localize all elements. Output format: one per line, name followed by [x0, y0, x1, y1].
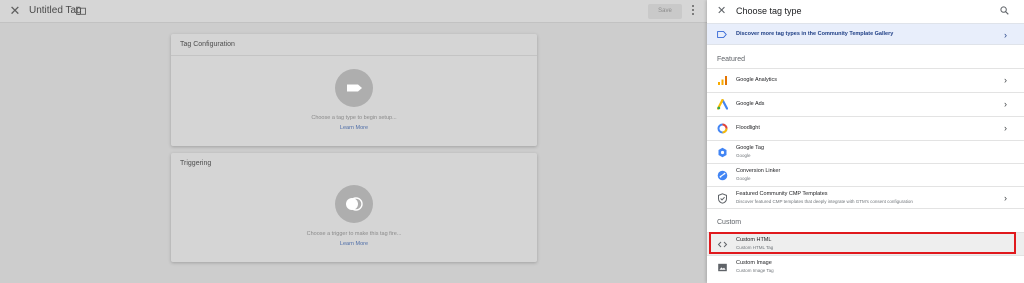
- chevron-right-icon: ›: [1004, 123, 1007, 133]
- chevron-right-icon: ›: [1004, 75, 1007, 85]
- google-analytics-icon: [718, 76, 727, 85]
- tag-config-learn-more-link[interactable]: Learn More: [171, 125, 537, 131]
- panel-title: Choose tag type: [736, 6, 802, 16]
- tag-config-prompt: Choose a tag type to begin setup...: [311, 115, 397, 121]
- tag-configuration-title: Tag Configuration: [180, 41, 235, 48]
- tag-type-conversion-linker[interactable]: Conversion Linker Google: [707, 163, 1024, 186]
- tag-type-description: Discover featured CMP templates that dee…: [736, 199, 913, 204]
- search-icon[interactable]: [1000, 6, 1009, 15]
- google-tag-icon: [718, 147, 727, 158]
- tag-type-floodlight[interactable]: Floodlight ›: [707, 116, 1024, 139]
- section-divider: [707, 208, 1024, 209]
- trigger-learn-more-link[interactable]: Learn More: [171, 241, 537, 247]
- triggering-header: Triggering: [171, 153, 537, 175]
- tag-type-vendor: Google: [736, 176, 751, 181]
- tag-type-name: Conversion Linker: [736, 168, 781, 174]
- trigger-placeholder-icon[interactable]: [335, 185, 373, 223]
- triggering-card[interactable]: Triggering Choose a trigger to make this…: [171, 153, 537, 262]
- trigger-prompt: Choose a trigger to make this tag fire..…: [306, 231, 402, 237]
- tag-type-google-tag[interactable]: Google Tag Google: [707, 140, 1024, 163]
- community-gallery-banner[interactable]: Discover more tag types in the Community…: [707, 23, 1024, 45]
- close-panel-icon[interactable]: ✕: [717, 5, 726, 17]
- google-ads-icon: [717, 99, 728, 110]
- tag-type-name: Google Analytics: [736, 77, 777, 83]
- tag-outline-icon: [717, 31, 727, 38]
- panel-header: ✕ Choose tag type: [707, 0, 1024, 23]
- tag-placeholder-icon[interactable]: [335, 69, 373, 107]
- conversion-linker-icon: [717, 170, 728, 181]
- tag-configuration-card[interactable]: Tag Configuration Choose a tag type to b…: [171, 34, 537, 146]
- more-options-icon[interactable]: [690, 5, 696, 17]
- floodlight-icon: [717, 123, 728, 134]
- tag-type-community-cmp[interactable]: Featured Community CMP Templates Discove…: [707, 186, 1024, 209]
- tag-type-custom-image[interactable]: Custom Image Custom Image Tag: [707, 255, 1024, 278]
- tag-type-google-analytics[interactable]: Google Analytics ›: [707, 68, 1024, 91]
- save-button[interactable]: Save: [648, 4, 682, 19]
- image-icon: [718, 263, 727, 272]
- tag-type-name: Featured Community CMP Templates: [736, 191, 828, 197]
- tag-type-google-ads[interactable]: Google Ads ›: [707, 92, 1024, 115]
- shield-check-icon: [718, 193, 727, 204]
- tag-title[interactable]: Untitled Tag: [29, 5, 82, 16]
- custom-section-label: Custom: [717, 219, 742, 226]
- tag-type-name: Google Ads: [736, 101, 765, 107]
- close-editor-icon[interactable]: ✕: [8, 4, 22, 18]
- editor-toolbar: ✕ Untitled Tag Save: [0, 0, 707, 23]
- featured-section-label: Featured: [717, 56, 746, 63]
- chevron-right-icon: ›: [1004, 99, 1007, 109]
- triggering-title: Triggering: [180, 160, 212, 167]
- community-gallery-text: Discover more tag types in the Community…: [736, 31, 894, 37]
- tag-type-name: Floodlight: [736, 125, 760, 131]
- folder-icon[interactable]: [76, 6, 86, 15]
- chevron-right-icon: ›: [1004, 193, 1007, 203]
- tag-type-vendor: Google: [736, 153, 751, 158]
- tag-type-name: Google Tag: [736, 145, 765, 151]
- tag-configuration-header: Tag Configuration: [171, 34, 537, 56]
- tag-type-description: Custom Image Tag: [736, 268, 774, 273]
- custom-html-highlight: [709, 232, 1016, 254]
- tag-editor-overlay: ✕ Untitled Tag Save Tag Configuration Ch…: [0, 0, 707, 283]
- chevron-right-icon: ›: [1004, 30, 1007, 40]
- tag-type-name: Custom Image: [736, 260, 772, 266]
